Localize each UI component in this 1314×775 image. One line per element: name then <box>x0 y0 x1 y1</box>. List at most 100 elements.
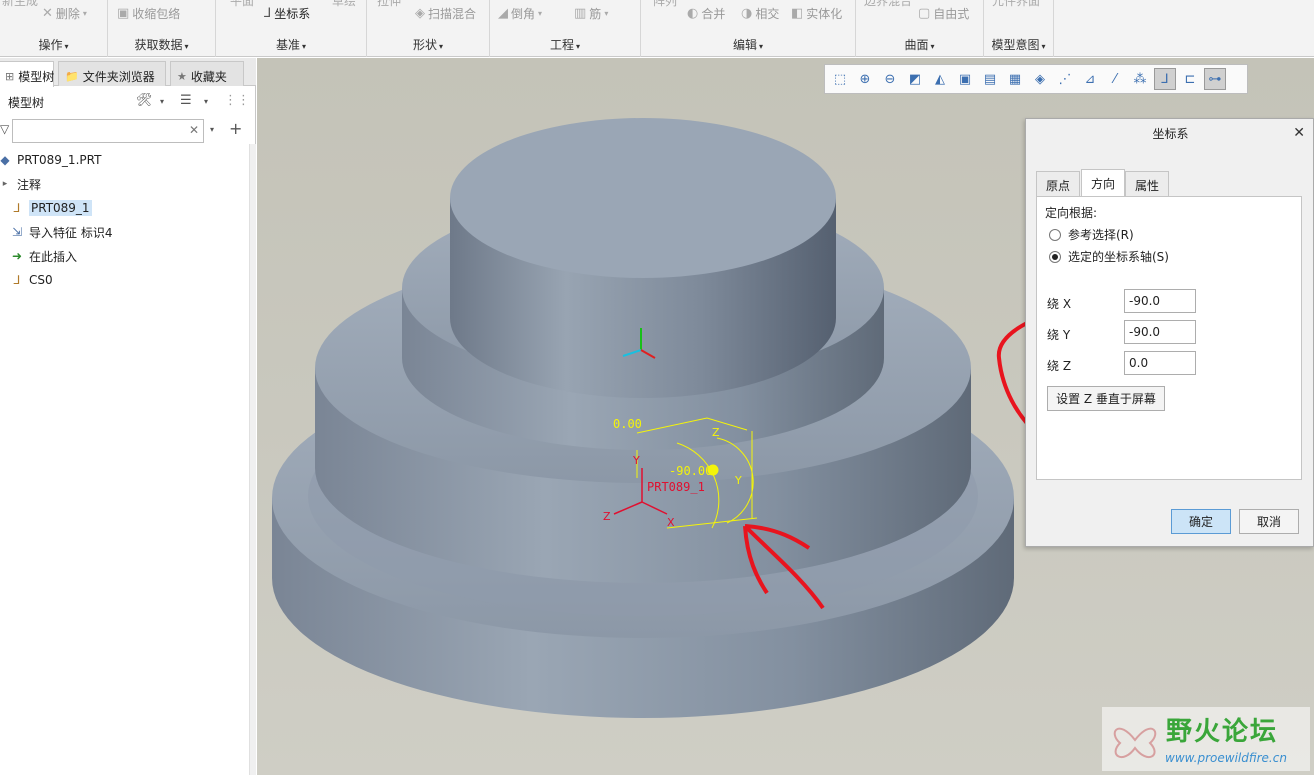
csys-dialog: 坐标系 ✕ 原点 方向 属性 定向根据: 参考选择(R) 选定的坐标系轴(S) … <box>1025 118 1314 547</box>
tree-node-csys-prt[interactable]: ⅃ PRT089_1 <box>10 198 92 218</box>
set-z-normal-button[interactable]: 设置 Z 垂直于屏幕 <box>1047 386 1165 411</box>
zoom-in-icon[interactable]: ⊕ <box>854 68 876 90</box>
ribbon-group-label[interactable]: 编辑 ▾ <box>641 36 855 53</box>
freestyle-icon: ▢ <box>918 6 931 21</box>
radio-circle[interactable] <box>1049 228 1061 241</box>
csys-label[interactable]: PRT089_1 <box>647 480 705 494</box>
tab-properties[interactable]: 属性 <box>1125 171 1170 196</box>
solidify-button[interactable]: ◧ 实体化 <box>791 5 842 22</box>
cancel-button[interactable]: 取消 <box>1239 509 1299 534</box>
tab-folder-browser[interactable]: 📁 文件夹浏览器 <box>58 61 166 86</box>
round-button[interactable]: ◢ 倒角 ▾ <box>498 5 542 22</box>
tree-node-import-feature[interactable]: ⇲ 导入特征 标识4 <box>10 222 112 242</box>
rib-button[interactable]: ▥ 筋 ▾ <box>574 5 608 22</box>
zoom-out-icon[interactable]: ⊖ <box>879 68 901 90</box>
ok-button[interactable]: 确定 <box>1171 509 1231 534</box>
perspective-icon[interactable]: ◈ <box>1029 68 1051 90</box>
radio-reference-selection[interactable]: 参考选择(R) <box>1049 226 1134 243</box>
tab-origin[interactable]: 原点 <box>1036 171 1081 196</box>
tab-favorites[interactable]: ★ 收藏夹 <box>170 61 244 86</box>
spin-axis-icon[interactable]: ⊶ <box>1204 68 1226 90</box>
sweep-blend-button[interactable]: ◈ 扫描混合 <box>415 5 476 22</box>
chevron-down-icon[interactable]: ▾ <box>160 97 164 106</box>
csys-button[interactable]: ⅃ 坐标系 <box>264 5 310 22</box>
point-display-icon[interactable]: ⁄ <box>1104 68 1126 90</box>
show-icon[interactable]: ☰ <box>180 93 192 108</box>
about-z-input[interactable]: 0.0 <box>1124 351 1196 375</box>
sketch-button[interactable]: 草绘 <box>332 0 356 9</box>
delete-icon: ✕ <box>42 6 53 21</box>
folder-icon: 📁 <box>65 69 79 83</box>
merge-button[interactable]: ◐ 合并 <box>687 5 725 22</box>
insert-here-icon: ➜ <box>11 249 23 263</box>
tree-node-annotations[interactable]: ▸ 注释 <box>0 174 41 194</box>
radio-circle-checked[interactable] <box>1049 250 1061 263</box>
pattern-button[interactable]: 阵列 <box>653 0 677 9</box>
tab-model-tree[interactable]: ⊞ 模型树 <box>0 61 54 87</box>
angle-label-mid[interactable]: -90.00 <box>669 464 712 478</box>
expand-icon[interactable]: ▸ <box>0 179 12 189</box>
close-icon[interactable]: ✕ <box>1293 125 1305 141</box>
ribbon-group-label[interactable]: 工程 ▾ <box>490 36 640 53</box>
tree-settings-icon[interactable]: 🛠 <box>136 93 153 108</box>
display-style-icon[interactable]: ▣ <box>954 68 976 90</box>
ribbon-group-operations: 新生成 ✕ 删除 ▾ 操作 ▾ <box>0 0 108 57</box>
ribbon-group-label[interactable]: 形状 ▾ <box>367 36 489 53</box>
ribbon-group-shapes: 拉伸 ◈ 扫描混合 形状 ▾ <box>367 0 490 57</box>
ribbon-group-label[interactable]: 基准 ▾ <box>216 36 366 53</box>
intersect-icon: ◑ <box>741 6 753 21</box>
plane-button[interactable]: 平面 <box>230 0 254 9</box>
csys-display-icon[interactable]: ⁂ <box>1129 68 1151 90</box>
boundary-blend-button[interactable]: 边界混合 <box>864 0 912 9</box>
tree-toolbar: 模型树 🛠 ▾ ☰ ▾ ⋮⋮ <box>0 88 256 116</box>
chevron-down-icon[interactable]: ▾ <box>210 125 214 134</box>
extrude-button[interactable]: 拉伸 <box>377 0 401 9</box>
panel-scrollbar[interactable] <box>249 144 256 775</box>
axis-label-x: X <box>667 516 675 529</box>
delete-button[interactable]: ✕ 删除 ▾ <box>42 5 87 22</box>
ribbon-group-label[interactable]: 曲面 ▾ <box>856 36 983 53</box>
axis-label-y: Y <box>632 454 640 467</box>
tree-columns-icon[interactable]: ⋮⋮ <box>224 93 250 108</box>
plane-display-icon[interactable]: ⋰ <box>1054 68 1076 90</box>
refit-icon[interactable]: ⬚ <box>829 68 851 90</box>
add-filter-icon[interactable]: + <box>229 119 242 138</box>
tree-node-part[interactable]: ◆ PRT089_1.PRT <box>0 150 101 170</box>
about-x-input[interactable]: -90.0 <box>1124 289 1196 313</box>
regenerate-button[interactable]: 新生成 <box>2 0 38 9</box>
repaint-icon[interactable]: ◩ <box>904 68 926 90</box>
freestyle-button[interactable]: ▢ 自由式 <box>918 5 969 22</box>
annotation-display-icon[interactable]: ⊏ <box>1179 68 1201 90</box>
tree-node-insert-here[interactable]: ➜ 在此插入 <box>10 246 77 266</box>
ribbon-group-label[interactable]: 模型意图 ▾ <box>984 36 1053 53</box>
axis-display-icon[interactable]: ⊿ <box>1079 68 1101 90</box>
view-manager-icon[interactable]: ▦ <box>1004 68 1026 90</box>
intersect-button[interactable]: ◑ 相交 <box>741 5 779 22</box>
about-y-input[interactable]: -90.0 <box>1124 320 1196 344</box>
axis-label-z-yellow: Z <box>712 426 720 439</box>
ribbon-group-edit: 阵列 ◐ 合并 ◑ 相交 ◧ 实体化 编辑 ▾ <box>641 0 856 57</box>
component-interface-button[interactable]: 元件界面 <box>992 0 1040 9</box>
tree-node-cs0[interactable]: ⅃ CS0 <box>10 270 53 290</box>
tab-orientation[interactable]: 方向 <box>1081 169 1126 197</box>
filter-row: ▽ ✕ ▾ + <box>0 117 256 143</box>
csys-tag-icon[interactable]: ⅃ <box>1154 68 1176 90</box>
spin-center-icon[interactable]: ◭ <box>929 68 951 90</box>
ribbon-group-label[interactable]: 操作 ▾ <box>0 36 107 53</box>
about-z-label: 绕 Z <box>1047 359 1072 373</box>
saved-views-icon[interactable]: ▤ <box>979 68 1001 90</box>
import-feature-icon: ⇲ <box>11 225 23 239</box>
clear-icon[interactable]: ✕ <box>189 123 199 137</box>
radio-selected-axes[interactable]: 选定的坐标系轴(S) <box>1049 248 1169 265</box>
tree-filter-input[interactable] <box>12 119 204 143</box>
filter-icon: ▽ <box>0 122 10 136</box>
shrinkwrap-button[interactable]: ▣ 收缩包络 <box>117 5 180 22</box>
left-panel: ⊞ 模型树 📁 文件夹浏览器 ★ 收藏夹 模型树 🛠 ▾ ☰ ▾ ⋮⋮ ▽ ✕ ▾ +… <box>0 58 256 775</box>
chevron-down-icon[interactable]: ▾ <box>204 97 208 106</box>
angle-label-top[interactable]: 0.00 <box>613 417 642 431</box>
view-toolbar: ⬚ ⊕ ⊖ ◩ ◭ ▣ ▤ ▦ ◈ ⋰ ⊿ ⁄ ⁂ ⅃ ⊏ ⊶ <box>824 64 1248 94</box>
merge-icon: ◐ <box>687 6 699 21</box>
ribbon-group-label[interactable]: 获取数据 ▾ <box>108 36 215 53</box>
part-icon: ◆ <box>0 153 10 167</box>
model-boss-top <box>450 118 836 278</box>
